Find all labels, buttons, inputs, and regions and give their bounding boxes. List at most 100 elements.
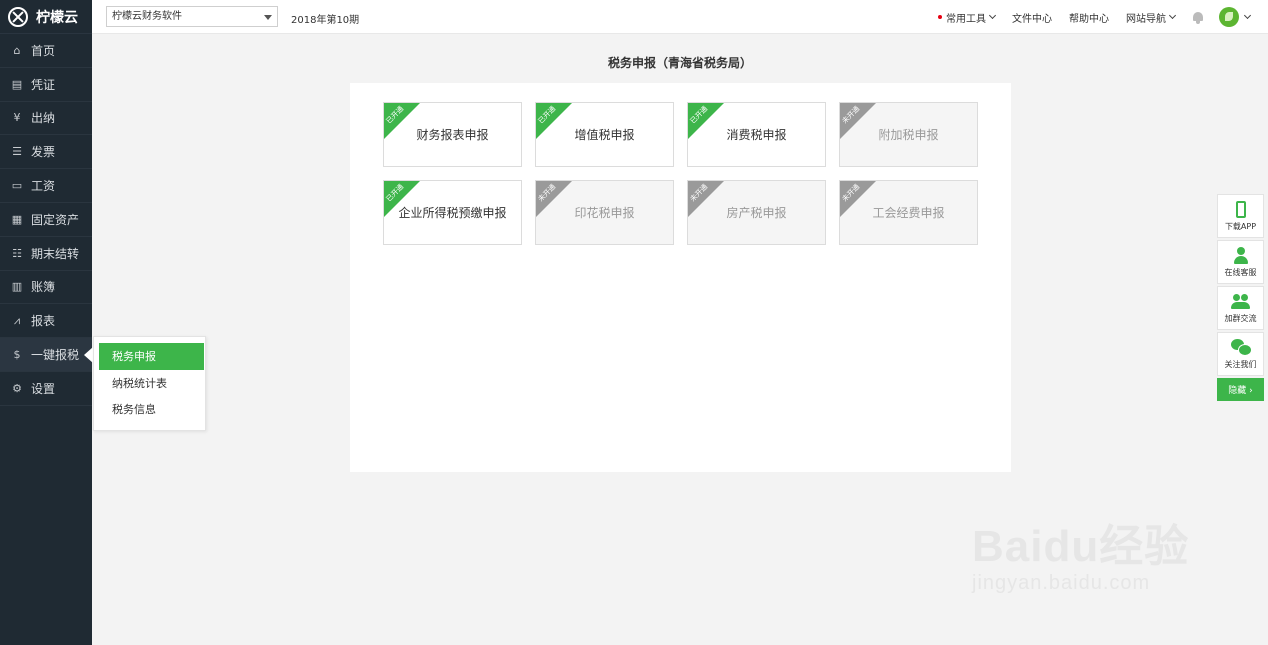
help-center-link[interactable]: 帮助中心 [1069,10,1109,25]
voucher-icon: ▤ [11,77,23,91]
sidebar-item-salary[interactable]: ▭ 工资 [0,169,92,203]
cashier-icon: ¥ [13,111,21,125]
sidebar-item-home[interactable]: ⌂ 首页 [0,34,92,68]
bell-icon[interactable] [1192,11,1204,24]
sidebar-item-label: 固定资产 [31,212,80,227]
submenu-item[interactable]: 纳税统计表 [94,370,205,397]
status-ribbon-label: 未开通 [536,182,558,204]
status-ribbon-label: 已开通 [536,104,558,126]
status-ribbon: 未开通 [840,181,879,220]
download-app-label: 下载APP [1224,222,1257,231]
sidebar-item-ledger[interactable]: ▥ 账簿 [0,271,92,305]
sidebar-item-voucher[interactable]: ▤ 凭证 [0,68,92,102]
caret-down-icon [264,15,272,20]
baidu-watermark: Baidu经验 jingyan.baidu.com [972,510,1189,595]
tools-menu-label: 常用工具 [946,13,986,25]
app-logo[interactable]: 柠檬云 [0,0,92,34]
status-ribbon-label: 未开通 [688,182,710,204]
top-bar: 柠檬云财务软件 2018年第10期 常用工具 文件中心 帮助中心 网站导航 [92,0,1268,34]
status-ribbon-label: 未开通 [840,104,862,126]
invoice-icon: ☰ [12,145,22,159]
status-ribbon: 已开通 [384,103,423,142]
app-name: 柠檬云 [36,9,78,26]
tax-icon: $ [13,348,21,362]
online-service-label: 在线客服 [1224,268,1257,277]
wechat-icon [1230,339,1252,356]
accounting-period: 2018年第10期 [291,15,360,26]
tax-declaration-card[interactable]: 已开通增值税申报 [535,102,674,167]
status-ribbon: 已开通 [384,181,423,220]
status-ribbon: 未开通 [688,181,727,220]
join-group-button[interactable]: 加群交流 [1217,286,1264,330]
download-app-button[interactable]: 下载APP [1217,194,1264,238]
sidebar-item-label: 一键报税 [31,348,80,363]
chevron-down-icon [988,11,997,20]
status-ribbon-label: 已开通 [688,104,710,126]
tax-declaration-card[interactable]: 未开通 工会经费申报 [839,180,978,245]
sidebar-item-label: 出纳 [31,111,56,126]
sidebar-item-label: 工资 [31,179,56,194]
follow-us-label: 关注我们 [1224,360,1257,369]
sidebar-item-tax[interactable]: $ 一键报税 [0,338,93,372]
sidebar-item-asset[interactable]: ▦ 固定资产 [0,203,92,237]
sidebar-item-closing[interactable]: ☷ 期末结转 [0,237,92,271]
tax-declaration-panel: 已开通 财务报表申报 已开通 增值税申报 已开通 消费税申报 未开通 附加税申报 已开通 企业所得… [350,83,1011,472]
watermark-url: jingyan.baidu.com [972,572,1151,594]
right-float-bar: 下载APP 在线客服 加群交流 关注我们 隐藏 › [1217,194,1264,401]
card-label: 增值税申报 [574,128,635,142]
status-ribbon: 未开通 [536,181,575,220]
sidebar-item-cashier[interactable]: ¥ 出纳 [0,102,92,136]
tax-declaration-card[interactable]: 已开通 财务报表申报 [383,102,522,167]
card-label: 财务报表申报 [416,128,489,142]
group-icon [1230,293,1251,310]
tax-declaration-card[interactable]: 已开通 企业所得税预缴申报 [383,180,522,245]
join-group-label: 加群交流 [1224,314,1257,323]
status-ribbon-label: 已开通 [384,104,406,126]
report-icon: ⩘ [13,314,21,328]
home-icon: ⌂ [13,43,21,57]
site-nav-label: 网站导航 [1126,13,1166,25]
submenu-item[interactable]: 税务申报 [99,343,204,370]
sidebar-item-invoice[interactable]: ☰ 发票 [0,135,92,170]
file-center-link[interactable]: 文件中心 [1012,10,1052,25]
tax-declaration-card[interactable]: 未开通房产税申报 [687,180,826,245]
status-ribbon-label: 未开通 [840,182,862,204]
sidebar-item-label: 报表 [31,314,56,329]
online-service-button[interactable]: 在线客服 [1217,240,1264,284]
tax-declaration-card[interactable]: 未开通附加税申报 [839,102,978,167]
account-set-select[interactable]: 柠檬云财务软件 [106,6,278,27]
salary-icon: ▭ [11,179,23,193]
sidebar-item-label: 设置 [31,381,56,396]
status-ribbon: 已开通 [536,103,575,142]
card-label: 工会经费申报 [872,206,945,220]
sidebar: 柠檬云 ⌂ 首页 ▤ 凭证 ¥ 出纳 ☰ 发票 ▭ 工资 ▦ 固定资产 ☷ 期末结转 ▥ 账簿 ⩘ 报表 $ 一键报税… [0,0,93,645]
card-label: 附加税申报 [878,128,939,142]
site-nav-menu[interactable]: 网站导航 [1126,10,1177,25]
sidebar-item-report[interactable]: ⩘ 报表 [0,304,92,339]
card-label: 消费税申报 [726,128,787,142]
settings-icon: ⚙ [12,381,22,395]
hide-float-bar-button[interactable]: 隐藏 › [1217,378,1264,401]
ledger-icon: ▥ [11,280,23,294]
submenu-item[interactable]: 税务信息 [94,396,205,423]
chevron-down-icon[interactable] [1243,11,1252,20]
sidebar-item-label: 凭证 [31,77,56,92]
follow-us-button[interactable]: 关注我们 [1217,332,1264,376]
top-right-links: 常用工具 文件中心 帮助中心 网站导航 [921,0,1252,34]
sidebar-item-settings[interactable]: ⚙ 设置 [0,372,92,406]
sidebar-item-label: 账簿 [31,280,56,295]
tax-declaration-card[interactable]: 未开通 印花税申报 [535,180,674,245]
notification-dot-icon [938,15,942,19]
sidebar-item-label: 发票 [31,145,56,160]
tools-menu[interactable]: 常用工具 [938,10,997,25]
sidebar-item-label: 首页 [31,43,56,58]
closing-icon: ☷ [12,246,22,260]
status-ribbon: 未开通 [840,103,879,142]
avatar[interactable] [1219,7,1239,27]
asset-icon: ▦ [11,212,23,226]
sidebar-item-label: 期末结转 [31,246,80,261]
card-label: 房产税申报 [726,206,787,220]
tax-declaration-card[interactable]: 已开通消费税申报 [687,102,826,167]
tax-submenu: 税务申报 纳税统计表 税务信息 [93,336,206,431]
account-set-value: 柠檬云财务软件 [112,11,182,22]
